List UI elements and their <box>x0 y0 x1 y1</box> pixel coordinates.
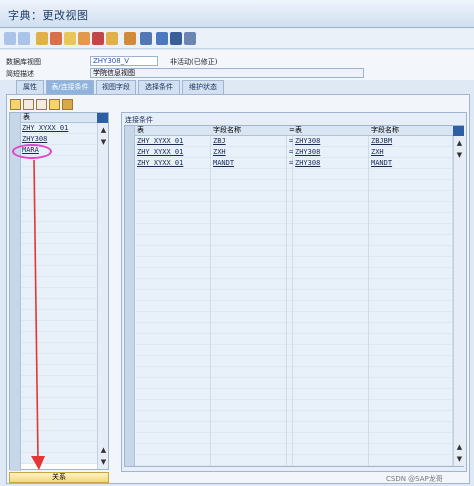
arrow-head <box>31 456 45 470</box>
red-arrow-annotation <box>31 159 45 470</box>
arrow-shaft <box>33 159 39 461</box>
watermark: CSDN @SAP龙哥 <box>386 475 443 483</box>
